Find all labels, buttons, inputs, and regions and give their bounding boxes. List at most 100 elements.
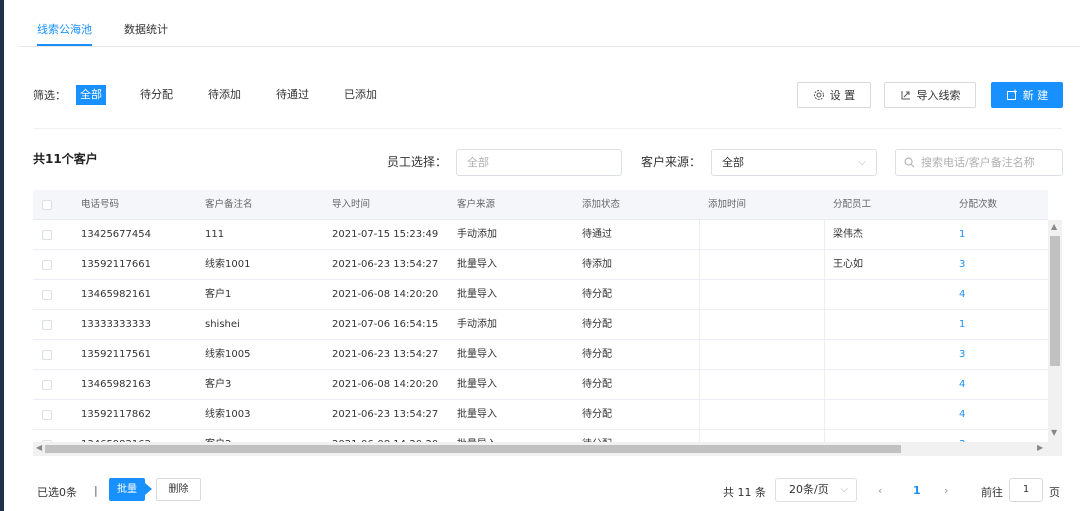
cell-remark-name: 线索1003 [205,409,251,420]
cell-source: 手动添加 [457,229,497,240]
cell-assign-count-link[interactable]: 4 [959,280,965,310]
page-size-select[interactable]: 20条/页 ⌵ [775,478,857,502]
horizontal-scrollbar[interactable]: ◀ ▶ [33,442,1062,456]
table-row[interactable]: 13592117862 线索1003 2021-06-23 13:54:27 批… [33,400,1048,430]
customer-count-title: 共11个客户 [33,152,98,166]
new-button[interactable]: 新 建 [991,82,1063,108]
cell-import-time: 2021-06-08 14:20:20 [332,430,438,442]
cell-import-time: 2021-06-23 13:54:27 [332,349,439,360]
table-row[interactable]: 13592117561 线索1005 2021-06-23 13:54:27 批… [33,340,1048,370]
cell-source: 批量导入 [457,409,497,420]
import-icon [901,91,910,100]
cell-divider [699,340,700,370]
table-row[interactable]: 13465982161 客户1 2021-06-08 14:20:20 批量导入… [33,280,1048,310]
column-header-phone: 电话号码 [81,199,120,210]
cell-source: 批量导入 [457,289,497,300]
cell-assign-count-link[interactable]: 4 [959,400,965,430]
cell-remark-name: 客户3 [205,379,232,390]
goto-page-input[interactable]: 1 [1009,478,1043,502]
source-select[interactable]: 全部 ⌵ [711,149,877,176]
vertical-scrollbar-thumb[interactable] [1050,236,1060,366]
cell-import-time: 2021-07-15 15:23:49 [332,229,439,240]
filter-option-pending-add[interactable]: 待添加 [208,85,241,105]
cell-assign-count-link[interactable]: 3 [959,430,965,442]
filter-option-pending-assign[interactable]: 待分配 [140,85,173,105]
settings-label: 设 置 [829,89,856,102]
left-edge-strip [0,0,4,511]
row-checkbox[interactable] [42,260,52,270]
chevron-right-icon[interactable]: › [944,484,948,497]
scroll-up-arrow-icon[interactable]: ▲ [1051,222,1057,231]
scroll-down-arrow-icon[interactable]: ▼ [1051,428,1057,437]
row-checkbox[interactable] [42,380,52,390]
cell-import-time: 2021-07-06 16:54:15 [332,319,439,330]
cell-phone: 13465982162 [81,430,151,442]
page-number-current[interactable]: 1 [913,484,921,497]
cell-assign-count-link[interactable]: 3 [959,340,965,370]
cell-source: 批量导入 [457,430,497,442]
employee-select-label: 员工选择： [387,155,448,169]
vertical-scrollbar[interactable]: ▲ ▼ [1048,220,1062,442]
search-input[interactable]: 搜索电话/客户备注名称 [895,149,1063,176]
table-row[interactable]: 13333333333 shishei 2021-07-06 16:54:15 … [33,310,1048,340]
table-body: 13425677454 111 2021-07-15 15:23:49 手动添加… [33,220,1048,442]
cell-divider [699,430,700,442]
cell-phone: 13592117661 [81,259,151,270]
select-all-checkbox[interactable] [42,200,52,210]
row-checkbox[interactable] [42,230,52,240]
cell-phone: 13465982163 [81,379,151,390]
filter-label: 筛选： [33,89,66,102]
column-header-import-time: 导入时间 [332,199,371,210]
row-checkbox[interactable] [42,290,52,300]
cell-add-status: 待分配 [582,289,612,300]
filter-option-all[interactable]: 全部 [76,85,106,105]
cell-import-time: 2021-06-23 13:54:27 [332,409,439,420]
table-row[interactable]: 13592117661 线索1001 2021-06-23 13:54:27 批… [33,250,1048,280]
chevron-left-icon[interactable]: ‹ [878,484,882,497]
batch-button[interactable]: 批量 [109,478,145,501]
cell-assign-count-link[interactable]: 4 [959,370,965,400]
new-icon [1006,89,1017,100]
table-row[interactable]: 13425677454 111 2021-07-15 15:23:49 手动添加… [33,220,1048,250]
cell-add-status: 待分配 [582,349,612,360]
cell-assigned-staff: 王心如 [833,259,863,270]
cell-divider [824,250,825,280]
table-row[interactable]: 13465982163 客户3 2021-06-08 14:20:20 批量导入… [33,370,1048,400]
column-header-add-status: 添加状态 [582,199,621,210]
tab-divider [18,46,1080,47]
cell-divider [824,430,825,442]
selected-count: 已选0条 [37,486,77,499]
cell-remark-name: shishei [205,319,240,330]
row-checkbox[interactable] [42,410,52,420]
delete-button[interactable]: 删除 [156,478,201,501]
footer-separator: | [94,484,98,497]
tab-data-stats[interactable]: 数据统计 [124,0,168,46]
row-checkbox[interactable] [42,320,52,330]
cell-remark-name: 线索1005 [205,349,251,360]
row-checkbox[interactable] [42,350,52,360]
cell-assign-count-link[interactable]: 3 [959,250,965,280]
table-footer: 已选0条 | 批量 删除 共 11 条 20条/页 ⌵ ‹ 1 › 前往 1 页 [0,470,1080,510]
horizontal-scrollbar-thumb[interactable] [45,445,901,453]
tab-bar: 线索公海池 数据统计 [37,0,200,46]
column-header-assigned-staff: 分配员工 [833,199,872,210]
import-leads-button[interactable]: 导入线索 [884,82,976,108]
scroll-left-arrow-icon[interactable]: ◀ [36,443,42,452]
goto-label: 前往 [981,486,1003,499]
filter-option-added[interactable]: 已添加 [344,85,377,105]
cell-assign-count-link[interactable]: 1 [959,220,965,250]
cell-add-status: 待分配 [582,409,612,420]
cell-remark-name: 线索1001 [205,259,251,270]
filter-option-pending-approve[interactable]: 待通过 [276,85,309,105]
table-row[interactable]: 13465982162 客户2 2021-06-08 14:20:20 批量导入… [33,430,1048,442]
cell-phone: 13465982161 [81,289,151,300]
cell-source: 批量导入 [457,379,497,390]
settings-button[interactable]: 设 置 [797,82,871,108]
employee-select-input[interactable]: 全部 [456,149,622,176]
cell-add-status: 待分配 [582,430,612,442]
cell-divider [699,280,700,310]
column-header-remark-name: 客户备注名 [205,199,253,210]
tab-lead-pool[interactable]: 线索公海池 [37,0,92,46]
scroll-right-arrow-icon[interactable]: ▶ [1037,443,1043,452]
cell-assign-count-link[interactable]: 1 [959,310,965,340]
